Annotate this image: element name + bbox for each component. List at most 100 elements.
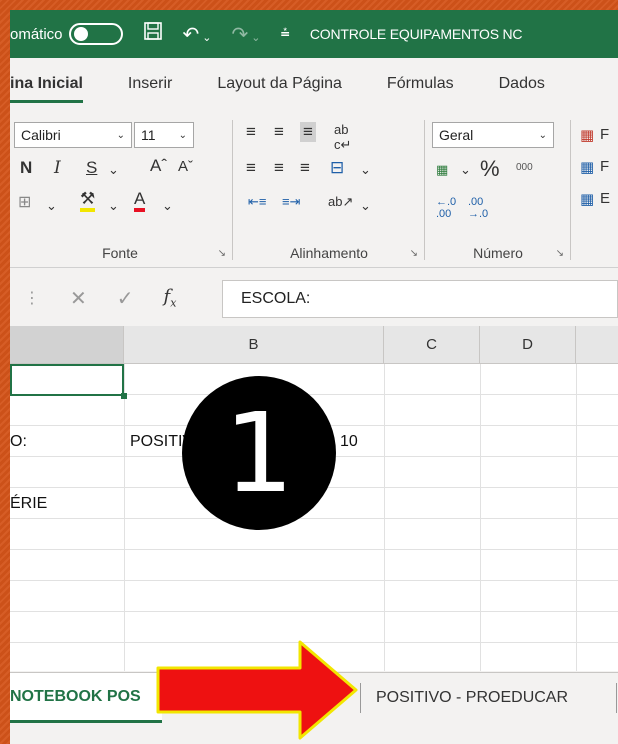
alignment-group-label: Alinhamento — [290, 245, 368, 261]
arrow-right-icon — [156, 640, 358, 740]
bold-icon[interactable]: N — [20, 158, 32, 178]
cancel-icon[interactable]: ✕ — [70, 286, 87, 311]
underline-icon[interactable]: S — [86, 158, 97, 178]
column-header-e[interactable] — [576, 326, 618, 364]
italic-icon[interactable]: I — [54, 158, 61, 178]
dialog-launcher-icon[interactable]: ↘ — [410, 248, 418, 259]
chevron-down-icon[interactable]: ⌄ — [108, 162, 119, 178]
align-center-icon[interactable]: ≡ — [274, 158, 284, 178]
tab-page-layout[interactable]: Layout da Página — [217, 75, 342, 93]
font-group-label: Fonte — [102, 245, 138, 261]
increase-font-icon[interactable]: Aˆ — [150, 156, 167, 176]
number-group: Geral ⌄ ▦ ⌄ % 000 ←.0.00 .00 →.0 Número ↘ — [428, 118, 568, 263]
sheet-tab-positivo[interactable]: POSITIVO - PROEDUCAR — [376, 673, 568, 723]
number-group-label: Número — [473, 245, 523, 261]
chevron-down-icon: ⌄ — [178, 129, 187, 141]
align-middle-icon[interactable]: ≡ — [274, 122, 284, 142]
divider — [616, 683, 617, 713]
sheet-tab-notebook[interactable]: NOTEBOOK POS — [10, 673, 162, 723]
orientation-icon[interactable]: ab↗ — [328, 194, 353, 210]
column-divider — [576, 364, 577, 671]
chevron-down-icon[interactable]: ⌄ — [460, 162, 471, 178]
chevron-down-icon[interactable]: ⌄ — [360, 198, 371, 214]
number-format-select[interactable]: Geral ⌄ — [432, 122, 554, 148]
chevron-down-icon: ⌄ — [116, 129, 125, 141]
column-header-c[interactable]: C — [384, 326, 480, 364]
chevron-down-icon[interactable]: ⌄ — [108, 198, 119, 214]
formula-input[interactable]: ESCOLA: — [222, 280, 618, 318]
column-header-b[interactable]: B — [124, 326, 384, 364]
selected-cell[interactable] — [10, 364, 127, 399]
divider — [232, 120, 233, 260]
insert-function-icon[interactable]: fx — [164, 286, 177, 310]
decrease-indent-icon[interactable]: ⇤≡ — [248, 194, 266, 210]
formula-controls: ⋮ ✕ ✓ fx — [10, 280, 220, 316]
column-header-a[interactable] — [10, 326, 124, 364]
dialog-launcher-icon[interactable]: ↘ — [556, 248, 564, 259]
style-letter: E — [600, 190, 611, 207]
cell-a-row5[interactable]: ÉRIE — [10, 488, 47, 519]
style-letter: F — [600, 126, 610, 143]
divider — [570, 120, 571, 260]
tab-insert[interactable]: Inserir — [128, 75, 172, 93]
wrap-text-icon[interactable]: ab c↵ — [334, 122, 351, 153]
autosave-label: omático — [10, 25, 63, 43]
align-right-icon[interactable]: ≡ — [300, 158, 310, 178]
autosave-toggle[interactable] — [68, 23, 123, 45]
column-header-d[interactable]: D — [480, 326, 576, 364]
decrease-font-icon[interactable]: Aˇ — [178, 158, 193, 175]
title-bar: omático ↶ ⌄ ↷ ⌄ ⩮ CONTROLE EQUIPAMENTOS NC — [10, 10, 618, 58]
percent-icon[interactable]: % — [480, 156, 500, 182]
chevron-down-icon[interactable]: ⌄ — [162, 198, 173, 214]
font-group: Calibri ⌄ 11 ⌄ N I S ⌄ Aˆ Aˇ ⊞ ⌄ ⚒ ⌄ A ⌄ F… — [10, 118, 230, 263]
undo-icon[interactable]: ↶ ⌄ — [183, 22, 212, 47]
ribbon: Calibri ⌄ 11 ⌄ N I S ⌄ Aˆ Aˇ ⊞ ⌄ ⚒ ⌄ A ⌄ F… — [10, 110, 618, 268]
comma-style-icon[interactable]: 000 — [516, 162, 533, 173]
ribbon-tabs: ina Inicial Inserir Layout da Página Fór… — [10, 58, 618, 110]
increase-decimal-icon[interactable]: ←.0.00 — [436, 196, 456, 220]
tab-home[interactable]: ina Inicial — [10, 75, 83, 103]
increase-indent-icon[interactable]: ≡⇥ — [282, 194, 300, 210]
fill-color-icon[interactable]: ⚒ — [80, 190, 96, 212]
alignment-group: ≡ ≡ ≡ ab c↵ ≡ ≡ ≡ ⊟ ⌄ ⇤≡ ≡⇥ ab↗ ⌄ Alinham… — [236, 118, 422, 263]
divider — [424, 120, 425, 260]
borders-icon[interactable]: ⊞ — [18, 192, 31, 212]
font-size-value: 11 — [141, 127, 156, 143]
enter-icon[interactable]: ✓ — [117, 286, 134, 311]
font-name-value: Calibri — [21, 127, 61, 143]
styles-group: ▦ F ▦ F ▦ E — [576, 118, 618, 263]
cell-a-row3[interactable]: O: — [10, 426, 27, 457]
style-letter: F — [600, 158, 610, 175]
table-row — [10, 519, 618, 550]
column-divider — [384, 364, 385, 671]
formula-bar: ⋮ ✕ ✓ fx ESCOLA: — [10, 276, 618, 322]
drag-handle-icon[interactable]: ⋮ — [24, 288, 40, 308]
step-number-badge: 1 — [182, 376, 336, 530]
format-as-table-icon[interactable]: ▦ — [580, 158, 594, 176]
document-title: CONTROLE EQUIPAMENTOS NC — [309, 26, 523, 42]
merge-center-icon[interactable]: ⊟ — [330, 158, 344, 178]
align-bottom-icon[interactable]: ≡ — [300, 122, 316, 142]
chevron-down-icon: ⌄ — [538, 129, 547, 141]
dialog-launcher-icon[interactable]: ↘ — [218, 248, 226, 259]
cell-styles-icon[interactable]: ▦ — [580, 190, 594, 208]
font-size-select[interactable]: 11 ⌄ — [134, 122, 194, 148]
excel-window: omático ↶ ⌄ ↷ ⌄ ⩮ CONTROLE EQUIPAMENTOS NC… — [10, 10, 618, 744]
tab-formulas[interactable]: Fórmulas — [387, 75, 454, 93]
chevron-down-icon[interactable]: ⌄ — [46, 198, 57, 214]
number-format-value: Geral — [439, 127, 474, 143]
accounting-format-icon[interactable]: ▦ — [436, 162, 448, 178]
font-name-select[interactable]: Calibri ⌄ — [14, 122, 132, 148]
decrease-decimal-icon[interactable]: .00 →.0 — [468, 196, 488, 220]
align-top-icon[interactable]: ≡ — [246, 122, 256, 142]
chevron-down-icon[interactable]: ⌄ — [360, 162, 371, 178]
table-row — [10, 550, 618, 581]
font-color-icon[interactable]: A — [134, 190, 146, 212]
column-divider — [480, 364, 481, 671]
save-icon[interactable] — [143, 21, 163, 47]
tab-data[interactable]: Dados — [499, 75, 545, 93]
conditional-formatting-icon[interactable]: ▦ — [580, 126, 594, 144]
redo-icon[interactable]: ↷ ⌄ — [232, 22, 261, 47]
customize-qat-icon[interactable]: ⩮ — [281, 25, 290, 43]
align-left-icon[interactable]: ≡ — [246, 158, 256, 178]
